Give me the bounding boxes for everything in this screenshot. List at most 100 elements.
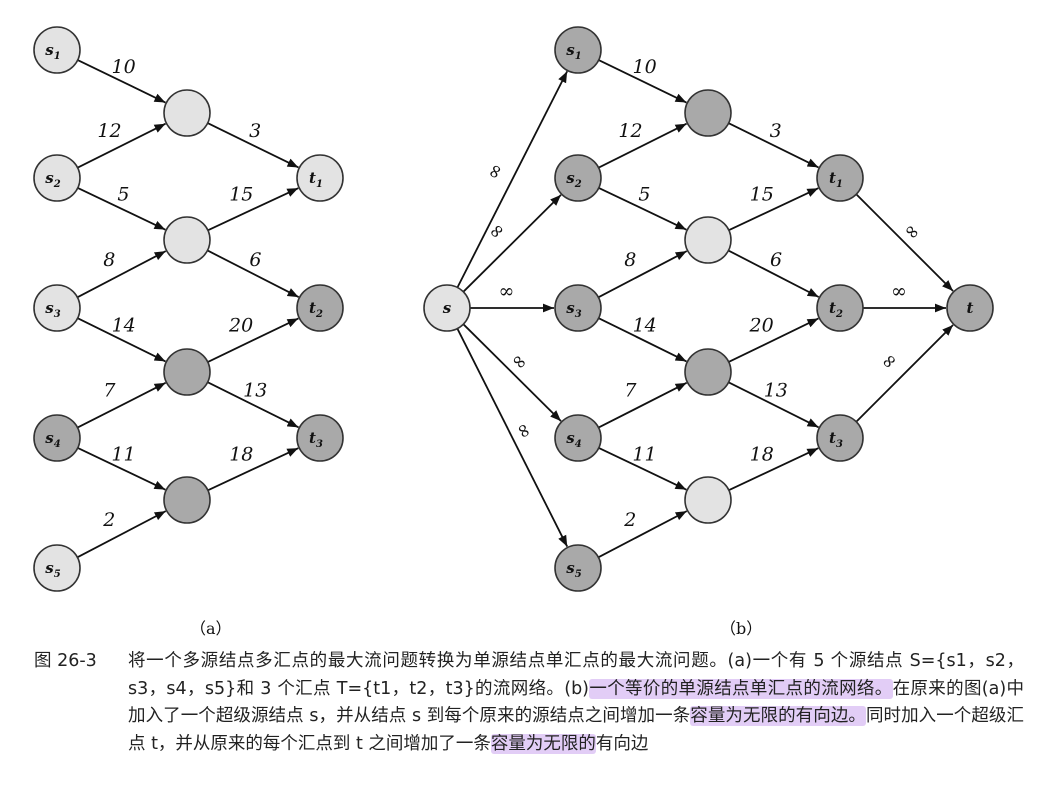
b-node-circle-s5 bbox=[554, 544, 602, 592]
a-node-circle-s1 bbox=[33, 26, 81, 74]
b-node-m3 bbox=[684, 348, 732, 396]
b-node-s2: s2 bbox=[554, 154, 602, 202]
b-node-t: t bbox=[946, 284, 994, 332]
a-node-t3: t3 bbox=[296, 414, 344, 462]
b-edge-label-t3-t: ∞ bbox=[876, 348, 903, 375]
b-node-circle-m1 bbox=[684, 89, 732, 137]
b-edge-label-m2-t1: 15 bbox=[750, 184, 774, 206]
b-node-label-t: t bbox=[967, 299, 974, 317]
b-node-m4 bbox=[684, 476, 732, 524]
b-node-circle-t1 bbox=[816, 154, 864, 202]
b-edge-s-s4 bbox=[462, 323, 562, 422]
a-node-m1 bbox=[163, 89, 211, 137]
b-edge-label-s-s5: ∞ bbox=[511, 419, 538, 443]
b-edge-s-s2 bbox=[462, 194, 562, 293]
a-edge-label-m2-t2: 6 bbox=[249, 249, 261, 271]
b-edge-s5-m4 bbox=[597, 510, 688, 559]
caption-label: 图 26-3 bbox=[34, 651, 97, 671]
b-node-circle-m4 bbox=[684, 476, 732, 524]
b-node-circle-s4 bbox=[554, 414, 602, 462]
b-node-circle-m2 bbox=[684, 216, 732, 264]
a-node-m2 bbox=[163, 216, 211, 264]
b-node-t3: t3 bbox=[816, 414, 864, 462]
diagram-b: ∞∞∞∞∞1012581471123156201318∞∞∞ss1s2s3s4s… bbox=[423, 26, 994, 592]
b-node-s1: s1 bbox=[554, 26, 602, 74]
b-nodes: s s1 s2 s3 s4 s5 t1 t2 t3 t bbox=[423, 26, 994, 592]
b-node-circle-t2 bbox=[816, 284, 864, 332]
a-edge-label-s4-m3: 7 bbox=[103, 380, 116, 402]
a-node-t2: t2 bbox=[296, 284, 344, 332]
a-node-circle-m3 bbox=[163, 348, 211, 396]
b-node-circle-m3 bbox=[684, 348, 732, 396]
b-node-t1: t1 bbox=[816, 154, 864, 202]
diagram-a: 10 12 5 8 14 7 11 2 3 15 6 20 13 18 s1 s2 s3 s4 s5 t1 t2 t3 bbox=[33, 26, 344, 592]
b-edge-label-m4-t3: 18 bbox=[750, 444, 774, 466]
a-node-circle-m2 bbox=[163, 216, 211, 264]
caption-highlight-2: 容量为无限的有向边。 bbox=[690, 706, 866, 726]
caption-body: 将一个多源结点多汇点的最大流问题转换为单源结点单汇点的最大流问题。(a)一个有 … bbox=[128, 648, 1024, 758]
caption-highlight-3: 容量为无限的 bbox=[490, 733, 596, 754]
a-edge-label-s3-m2: 8 bbox=[103, 249, 115, 271]
a-edge-s3-m2 bbox=[76, 250, 167, 299]
b-node-circle-t3 bbox=[816, 414, 864, 462]
b-edge-label-m1-t1: 3 bbox=[770, 120, 782, 142]
b-node-circle-s1 bbox=[554, 26, 602, 74]
b-edge-label-s-s1: ∞ bbox=[482, 160, 509, 184]
b-edge-s-s1 bbox=[456, 70, 568, 288]
a-edge-s5-m4 bbox=[76, 510, 167, 559]
a-node-s3: s3 bbox=[33, 284, 81, 332]
a-edge-label-m3-t3: 13 bbox=[243, 380, 267, 402]
a-node-s1: s1 bbox=[33, 26, 81, 74]
a-edge-label-m3-t2: 20 bbox=[228, 315, 253, 337]
a-node-circle-s2 bbox=[33, 154, 81, 202]
a-edge-label-s4-m4: 11 bbox=[111, 444, 135, 466]
b-edge-t3-t bbox=[855, 324, 954, 423]
a-node-circle-s4 bbox=[33, 414, 81, 462]
a-node-circle-m4 bbox=[163, 476, 211, 524]
a-node-circle-m1 bbox=[163, 89, 211, 137]
a-node-s4: s4 bbox=[33, 414, 81, 462]
b-edge-label-m3-t2: 20 bbox=[749, 315, 774, 337]
b-node-s3: s3 bbox=[554, 284, 602, 332]
b-edge-label-s4-m3: 7 bbox=[624, 380, 637, 402]
b-edge-label-s5-m4: 2 bbox=[623, 509, 636, 531]
a-edge-label-s2-m1: 12 bbox=[97, 120, 121, 142]
a-node-circle-s5 bbox=[33, 544, 81, 592]
b-edge-s3-m2 bbox=[597, 250, 688, 299]
b-edge-label-s4-m4: 11 bbox=[632, 444, 656, 466]
a-edge-label-m2-t1: 15 bbox=[229, 183, 253, 205]
a-edge-label-s1-m1: 10 bbox=[111, 56, 135, 78]
b-edge-s4-m3 bbox=[598, 382, 688, 429]
b-edge-label-s3-m2: 8 bbox=[624, 249, 636, 271]
a-nodes: s1 s2 s3 s4 s5 t1 t2 t3 bbox=[33, 26, 344, 592]
a-node-s2: s2 bbox=[33, 154, 81, 202]
b-node-label-s: s bbox=[443, 299, 452, 317]
b-edge-label-s1-m1: 10 bbox=[632, 56, 656, 78]
b-edge-label-s2-m1: 12 bbox=[618, 120, 642, 142]
b-node-s: s bbox=[423, 284, 471, 332]
a-node-circle-s3 bbox=[33, 284, 81, 332]
a-node-circle-t1 bbox=[296, 154, 344, 202]
b-node-s4: s4 bbox=[554, 414, 602, 462]
a-node-t1: t1 bbox=[296, 154, 344, 202]
a-node-circle-t2 bbox=[296, 284, 344, 332]
b-node-t2: t2 bbox=[816, 284, 864, 332]
b-edge-label-s-s3: ∞ bbox=[499, 281, 515, 303]
b-edge-label-t2-t: ∞ bbox=[891, 281, 907, 303]
b-node-s5: s5 bbox=[554, 544, 602, 592]
a-node-circle-t3 bbox=[296, 414, 344, 462]
a-edge-s4-m3 bbox=[77, 382, 167, 429]
b-edge-label-s-s2: ∞ bbox=[484, 218, 511, 245]
subfigure-label-a: （a） bbox=[190, 619, 232, 638]
a-edge-label-s2-m2: 5 bbox=[117, 184, 129, 206]
a-edge-label-m4-t3: 18 bbox=[229, 443, 253, 465]
b-edge-label-m3-t3: 13 bbox=[764, 380, 788, 402]
a-edge-label-s5-m4: 2 bbox=[102, 509, 115, 531]
flow-network-figure: 1012581471123156201318s1s2s3s4s5t1t2t3 ∞… bbox=[33, 26, 994, 638]
b-edge-label-s2-m2: 5 bbox=[638, 184, 650, 206]
b-node-m1 bbox=[684, 89, 732, 137]
b-node-circle-s3 bbox=[554, 284, 602, 332]
caption-text-4: 有向边 bbox=[595, 733, 649, 754]
a-node-m4 bbox=[163, 476, 211, 524]
caption-highlight-1: 一个等价的单源结点单汇点的流网络。 bbox=[589, 678, 893, 699]
